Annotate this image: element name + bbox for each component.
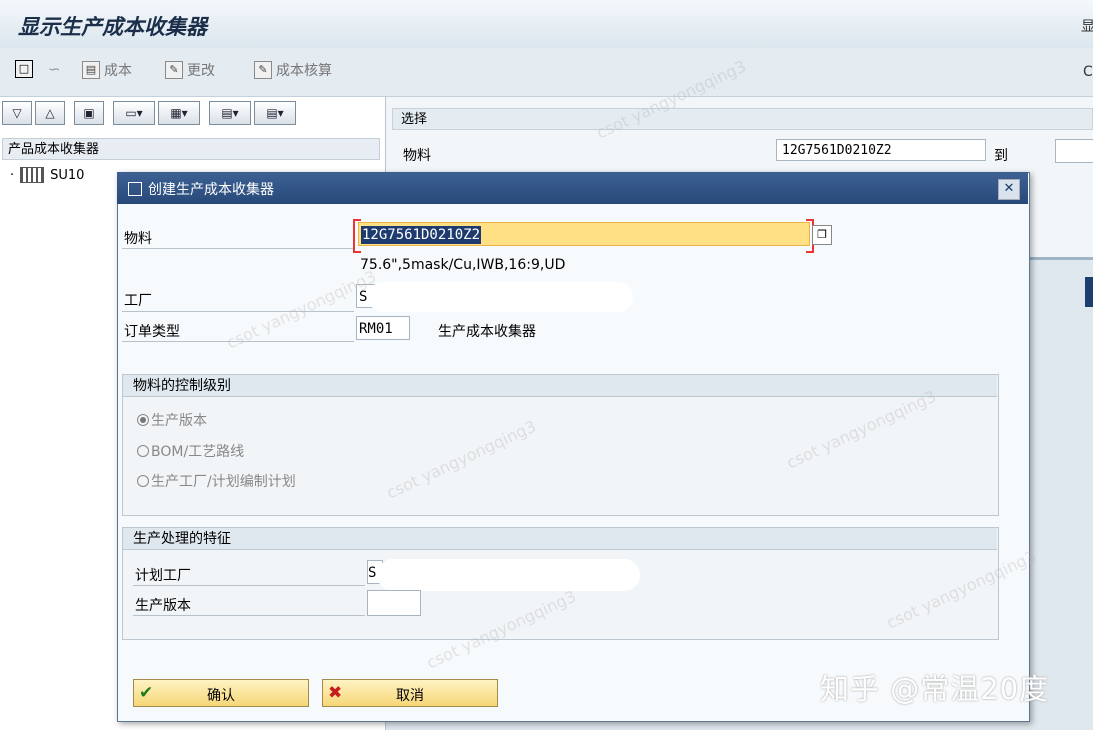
cost-estimate-icon: ✎ <box>254 61 272 79</box>
selection-material-label: 物料 <box>403 148 431 164</box>
cost-icon: ▤ <box>82 61 100 79</box>
tree-node-su10[interactable]: · SU10 <box>10 167 84 183</box>
confirm-button[interactable]: ✔ 确认 <box>133 679 309 707</box>
change-button[interactable]: ✎ 更改 <box>165 60 215 80</box>
tree-toolbar: ▽ △ ▣ ▭▾ ▦▾ ▤▾ ▤▾ <box>0 101 387 127</box>
radio-icon <box>137 445 149 457</box>
radio-production-version[interactable]: 生产版本 <box>137 410 207 430</box>
cost-estimate-label: 成本核算 <box>276 63 332 79</box>
divider <box>1026 257 1093 260</box>
edge-text-top: 显 <box>1081 19 1093 35</box>
radio-label: 生产工厂/计划编制计划 <box>151 474 296 490</box>
layout-icon[interactable]: ▤▾ <box>254 101 296 125</box>
cost-button[interactable]: ▤ 成本 <box>82 60 132 80</box>
radio-bom-routing[interactable]: BOM/工艺路线 <box>137 441 244 461</box>
material-description: 75.6",5mask/Cu,IWB,16:9,UD <box>360 257 566 273</box>
new-doc-icon: □ <box>15 60 33 78</box>
order-type-label: 订单类型 <box>124 324 180 340</box>
confirm-label: 确认 <box>207 688 235 704</box>
label-underline <box>133 615 365 616</box>
find-icon[interactable]: ▣ <box>74 101 104 125</box>
material-input[interactable]: 12G7561D0210Z2 <box>358 222 810 246</box>
glasses-icon: ∽ <box>48 60 61 78</box>
page-title: 显示生产成本收集器 <box>18 14 207 39</box>
tree-header: 产品成本收集器 <box>2 138 380 160</box>
radio-icon <box>137 475 149 487</box>
radio-production-plant[interactable]: 生产工厂/计划编制计划 <box>137 471 296 491</box>
production-process-title: 生产处理的特征 <box>123 528 997 550</box>
selection-header: 选择 <box>392 108 1093 130</box>
expand-icon[interactable]: ▽ <box>2 101 32 125</box>
change-label: 更改 <box>187 63 215 79</box>
order-type-input[interactable]: RM01 <box>356 316 410 340</box>
bullet-icon: · <box>10 167 15 183</box>
radio-label: 生产版本 <box>151 413 207 429</box>
selection-to-label: 到 <box>994 148 1008 164</box>
material-label: 物料 <box>124 231 152 247</box>
control-level-title: 物料的控制级别 <box>123 375 997 397</box>
order-type-description: 生产成本收集器 <box>438 324 536 340</box>
change-icon: ✎ <box>165 61 183 79</box>
export-icon[interactable]: ▤▾ <box>209 101 251 125</box>
radio-selected-icon <box>137 414 149 426</box>
selection-to-field[interactable] <box>1055 139 1093 163</box>
help-icon[interactable]: ❐ <box>812 225 832 245</box>
tree-node-label: SU10 <box>50 167 85 183</box>
label-underline <box>122 248 354 249</box>
redaction-blob <box>377 559 640 591</box>
cancel-button[interactable]: ✖ 取消 <box>322 679 498 707</box>
cost-estimate-button[interactable]: ✎ 成本核算 <box>254 60 332 80</box>
radio-label: BOM/工艺路线 <box>151 444 245 460</box>
close-button[interactable]: ✕ <box>998 179 1020 200</box>
display-change-button[interactable]: ∽ <box>48 60 61 78</box>
grid-icon[interactable]: ▦▾ <box>158 101 200 125</box>
cost-label: 成本 <box>104 63 132 79</box>
planning-plant-label: 计划工厂 <box>135 568 191 584</box>
cancel-label: 取消 <box>396 688 424 704</box>
new-button[interactable]: □ <box>15 60 33 78</box>
dialog-title: 创建生产成本收集器 <box>128 179 274 199</box>
collapse-icon[interactable]: △ <box>35 101 65 125</box>
production-version-input[interactable] <box>367 590 421 616</box>
author-watermark: 知乎 @常温20度 <box>820 672 1050 706</box>
production-version-label: 生产版本 <box>135 598 191 614</box>
application-toolbar <box>0 48 1093 97</box>
print-icon[interactable]: ▭▾ <box>113 101 155 125</box>
material-selected-text: 12G7561D0210Z2 <box>361 226 482 244</box>
scroll-indicator <box>1085 277 1093 307</box>
label-underline <box>133 585 365 586</box>
selection-material-field[interactable]: 12G7561D0210Z2 <box>776 139 986 161</box>
edge-text-mid: C <box>1083 64 1093 80</box>
plant-icon <box>20 167 45 183</box>
redaction-blob <box>368 282 633 312</box>
create-icon <box>128 182 142 196</box>
dialog-title-text: 创建生产成本收集器 <box>148 182 274 198</box>
plant-label: 工厂 <box>124 293 152 309</box>
